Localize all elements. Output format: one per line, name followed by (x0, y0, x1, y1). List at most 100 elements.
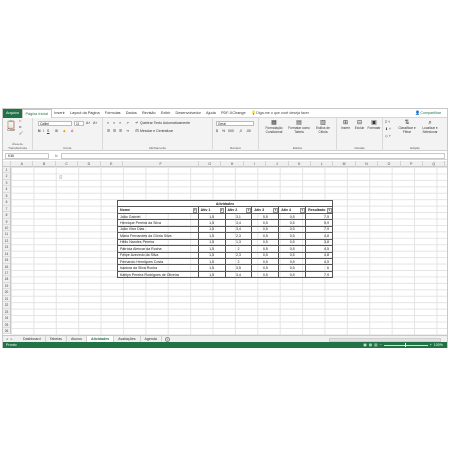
format-painter-icon[interactable]: 🖌 (19, 131, 23, 136)
tab-home[interactable]: Página Inicial (21, 108, 52, 118)
currency-icon[interactable]: $ (216, 129, 218, 133)
insert-label: Inserir (341, 126, 350, 130)
orientation-icon[interactable]: ↗ (126, 121, 129, 125)
zoom-out-icon[interactable]: − (380, 342, 382, 348)
increase-font-icon[interactable]: A˄ (86, 121, 90, 125)
copy-icon[interactable]: ⧉ (19, 125, 21, 130)
zoom-in-icon[interactable]: + (430, 342, 432, 348)
tab-insert[interactable]: Inserir (52, 109, 68, 118)
result-cell[interactable]: 7,9 (305, 270, 333, 279)
page-layout-icon[interactable]: ▤ (369, 342, 372, 348)
align-middle-icon[interactable]: ≡ (113, 121, 115, 125)
filter-dropdown-icon[interactable]: ▾ (219, 208, 224, 213)
activity-score-cell[interactable]: 1,5 (197, 270, 226, 279)
tab-help[interactable]: Ajuda (203, 109, 218, 118)
person-icon: 👤 (415, 110, 421, 115)
borders-icon[interactable]: ⊞ (55, 129, 58, 133)
format-as-table-label: Formatar como Tabela (288, 126, 310, 134)
tab-review[interactable]: Revisão (139, 109, 158, 118)
filter-dropdown-icon[interactable]: ▾ (246, 208, 251, 213)
tab-pdf-xchange[interactable]: PDF-XChange (218, 109, 248, 118)
format-cells-button[interactable]: ▣ Formatar (367, 120, 381, 131)
decrease-decimal-icon[interactable]: ,00 (246, 129, 251, 133)
sort-filter-label: Classificar e Filtrar (398, 126, 416, 134)
header-label: Ativ 4 (281, 208, 292, 213)
insert-cells-button[interactable]: ⊞ Inserir (339, 120, 352, 131)
conditional-format-button[interactable]: ▦ Formatação Condicional (262, 120, 286, 134)
number-group-label: Número (229, 146, 241, 150)
header-label: Ativ 1 (200, 208, 211, 213)
page-break-icon[interactable]: ▥ (374, 342, 377, 348)
find-select-button[interactable]: ⌕ Localizar e Selecionar (418, 120, 442, 134)
align-right-icon[interactable]: ☰ (119, 129, 122, 133)
find-select-label: Localizar e Selecionar (422, 126, 438, 134)
percent-icon[interactable]: % (222, 129, 225, 133)
header-label: Ativ 3 (254, 208, 265, 213)
tab-page-layout[interactable]: Layout da Página (67, 109, 102, 118)
zoom-slider[interactable] (383, 343, 428, 347)
italic-icon[interactable]: I (43, 129, 44, 133)
ribbon: 📋 Colar ✂ ⧉ 🖌 Área de Transferência Cali… (3, 118, 447, 151)
tab-developer[interactable]: Desenvolvedor (173, 109, 204, 118)
tab-file[interactable]: Arquivo (3, 108, 22, 118)
next-sheet-icon[interactable]: ▸ (11, 337, 13, 341)
activity-score-cell[interactable]: 0,5 (251, 270, 280, 279)
column-activity-1: Ativ 1 ▾ (197, 206, 226, 214)
name-box[interactable]: K36 (5, 152, 49, 159)
bold-icon[interactable]: N (38, 129, 41, 133)
header-label: Resultado (308, 208, 326, 213)
align-top-icon[interactable]: ≡ (107, 121, 109, 125)
increase-decimal-icon[interactable]: ,0 (239, 129, 242, 133)
share-label: Compartilhar (420, 111, 441, 115)
decrease-font-icon[interactable]: A˅ (93, 121, 97, 125)
ribbon-tab-bar: Arquivo Página Inicial Inserir Layout da… (3, 108, 447, 118)
fx-icon[interactable]: fx (55, 154, 58, 158)
row-header-26[interactable]: 26 (3, 328, 10, 335)
filter-dropdown-icon[interactable]: ▾ (300, 208, 305, 213)
add-sheet-button[interactable]: + (164, 336, 170, 342)
font-color-icon[interactable]: A (71, 129, 73, 133)
tell-me-box[interactable]: 💡 Diga-me o que você deseja fazer (248, 111, 309, 116)
delete-cells-button[interactable]: ⊟ Excluir (353, 120, 366, 131)
autosum-icon[interactable]: Σ ˅ (385, 120, 390, 124)
font-group: Calibri 11 A˄ A˅ N I S ⊞ ◆ A Fonte (33, 118, 103, 151)
formula-input[interactable] (60, 152, 445, 159)
thousands-icon[interactable]: 000 (228, 129, 234, 133)
clear-icon[interactable]: ◇ ˅ (385, 134, 391, 138)
zoom-level[interactable]: 100% (434, 342, 443, 348)
student-name-cell[interactable]: Kaitlyn Pereira Rodrigues de Oliveira (117, 270, 199, 279)
cut-icon[interactable]: ✂ (19, 119, 22, 124)
prev-sheet-icon[interactable]: ◂ (6, 337, 8, 341)
align-left-icon[interactable]: ☰ (107, 129, 110, 133)
format-as-table-button[interactable]: ▤ Formatar como Tabela (287, 120, 311, 134)
activity-score-cell[interactable]: 3,4 (224, 270, 253, 279)
share-button[interactable]: 👤 Compartilhar (415, 110, 447, 116)
merge-center-button[interactable]: ⊟ Mesclar e Centralizar (135, 129, 173, 134)
filter-dropdown-icon[interactable]: ▾ (273, 208, 278, 213)
tab-data[interactable]: Dados (123, 109, 139, 118)
indent-icon[interactable]: ⇥ (126, 129, 129, 133)
fill-icon[interactable]: ⬇ ˅ (385, 127, 391, 131)
sort-filter-button[interactable]: ⇅ Classificar e Filtrar (397, 120, 417, 134)
tab-view[interactable]: Exibir (158, 109, 173, 118)
cell-styles-button[interactable]: ▥ Estilos de Célula (312, 120, 334, 134)
wrap-text-button[interactable]: ↵ Quebrar Texto Automaticamente (135, 121, 190, 126)
font-name-select[interactable]: Calibri (38, 121, 72, 126)
filter-dropdown-icon[interactable]: ▾ (192, 208, 198, 213)
normal-view-icon[interactable]: ▦ (363, 342, 366, 348)
paste-options-icon[interactable]: 📋 (59, 175, 63, 179)
header-label: Ativ 2 (227, 208, 238, 213)
font-size-select[interactable]: 11 (74, 121, 84, 126)
number-format-select[interactable]: Geral (216, 121, 254, 126)
filter-dropdown-icon[interactable]: ▾ (327, 208, 332, 213)
align-bottom-icon[interactable]: ≡ (119, 121, 121, 125)
horizontal-scrollbar[interactable] (329, 337, 441, 342)
zoom-slider-thumb[interactable] (404, 343, 407, 347)
tab-formulas[interactable]: Fórmulas (102, 109, 123, 118)
status-ready: Pronto (6, 343, 17, 347)
fill-color-icon[interactable]: ◆ (63, 129, 66, 133)
paste-button[interactable]: 📋 Colar (6, 120, 16, 133)
align-center-icon[interactable]: ☰ (113, 129, 116, 133)
underline-icon[interactable]: S (47, 129, 49, 133)
activity-score-cell[interactable]: 0,5 (278, 270, 307, 279)
